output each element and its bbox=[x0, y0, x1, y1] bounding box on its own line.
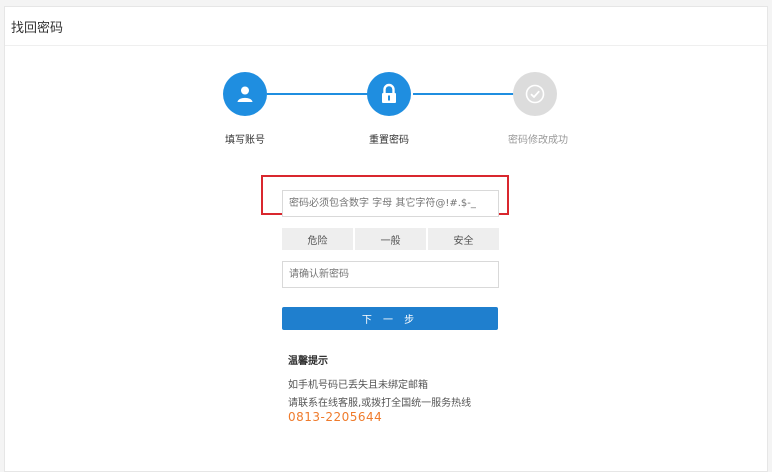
step-3-label: 密码修改成功 bbox=[508, 135, 568, 146]
strength-strong: 安全 bbox=[428, 228, 499, 250]
header-divider bbox=[5, 45, 767, 46]
check-circle-icon bbox=[525, 84, 545, 104]
step-connector-2 bbox=[413, 93, 517, 95]
tips-title: 温馨提示 bbox=[288, 356, 328, 367]
lock-icon bbox=[382, 83, 396, 103]
next-step-button[interactable]: 下 一 步 bbox=[282, 307, 498, 330]
step-1-circle bbox=[223, 72, 267, 116]
strength-medium: 一般 bbox=[355, 228, 426, 250]
confirm-password-input[interactable] bbox=[282, 261, 499, 288]
page-title: 找回密码 bbox=[11, 21, 64, 36]
user-icon bbox=[237, 86, 253, 102]
step-connector-1 bbox=[267, 93, 369, 95]
tips-text-2: 请联系在线客服,或拨打全国统一服务热线 bbox=[288, 398, 472, 409]
tips-text-1: 如手机号码已丢失且未绑定邮箱 bbox=[288, 380, 428, 391]
new-password-input[interactable] bbox=[282, 190, 499, 217]
step-1-label: 填写账号 bbox=[225, 135, 265, 146]
step-2-circle bbox=[367, 72, 411, 116]
service-hotline: 0813-2205644 bbox=[288, 410, 383, 424]
step-2-label: 重置密码 bbox=[369, 135, 409, 146]
step-3-circle bbox=[513, 72, 557, 116]
strength-weak: 危险 bbox=[282, 228, 353, 250]
password-strength-meter: 危险 一般 安全 bbox=[282, 228, 499, 250]
